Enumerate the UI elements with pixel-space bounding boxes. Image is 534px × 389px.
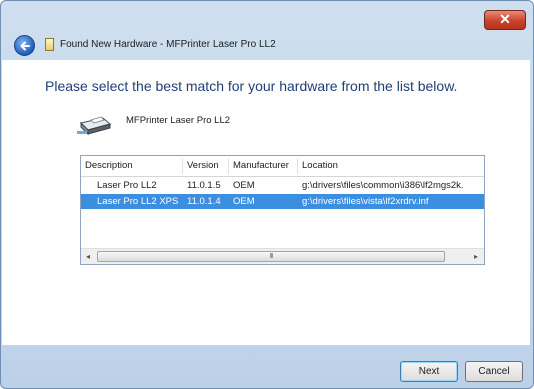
back-button[interactable] bbox=[14, 35, 35, 56]
scroll-left-icon[interactable]: ◂ bbox=[81, 249, 95, 264]
column-description[interactable]: Description bbox=[81, 156, 182, 176]
row-location: g:\drivers\files\common\i386\lf2mgs2k. bbox=[302, 180, 464, 191]
row-description: Laser Pro LL2 XPS bbox=[97, 196, 179, 207]
column-manufacturer[interactable]: Manufacturer bbox=[229, 156, 297, 176]
row-manufacturer: OEM bbox=[233, 196, 255, 207]
table-row-selected[interactable]: Laser Pro LL2 XPS 11.0.1.4 OEM g:\driver… bbox=[81, 194, 484, 209]
row-version: 11.0.1.4 bbox=[187, 196, 221, 207]
cancel-button[interactable]: Cancel bbox=[465, 361, 523, 382]
scroll-right-icon[interactable]: ▸ bbox=[469, 249, 483, 264]
column-location[interactable]: Location bbox=[298, 156, 484, 176]
horizontal-scrollbar[interactable]: ◂ III ▸ bbox=[81, 248, 484, 264]
table-row[interactable]: Laser Pro LL2 11.0.1.5 OEM g:\drivers\fi… bbox=[81, 178, 484, 193]
scroll-thumb[interactable]: III bbox=[97, 251, 445, 262]
hardware-icon bbox=[45, 38, 54, 51]
device-name: MFPrinter Laser Pro LL2 bbox=[126, 115, 231, 126]
list-header: Description Version Manufacturer Locatio… bbox=[81, 156, 484, 177]
next-button[interactable]: Next bbox=[400, 361, 458, 382]
row-version: 11.0.1.5 bbox=[187, 180, 221, 191]
back-arrow-icon bbox=[20, 41, 30, 51]
driver-list[interactable]: Description Version Manufacturer Locatio… bbox=[80, 155, 485, 265]
printer-icon bbox=[77, 116, 112, 136]
window-title: Found New Hardware - MFPrinter Laser Pro… bbox=[60, 39, 276, 50]
column-version[interactable]: Version bbox=[183, 156, 228, 176]
row-description: Laser Pro LL2 bbox=[97, 180, 157, 191]
page-heading: Please select the best match for your ha… bbox=[45, 78, 458, 94]
row-location: g:\drivers\files\vista\lf2xrdrv.inf bbox=[302, 196, 429, 207]
title-bar: ✕ Found New Hardware - MFPrinter Laser P… bbox=[0, 0, 534, 58]
row-manufacturer: OEM bbox=[233, 180, 255, 191]
close-button[interactable]: ✕ bbox=[484, 10, 526, 30]
close-icon: ✕ bbox=[499, 11, 511, 27]
